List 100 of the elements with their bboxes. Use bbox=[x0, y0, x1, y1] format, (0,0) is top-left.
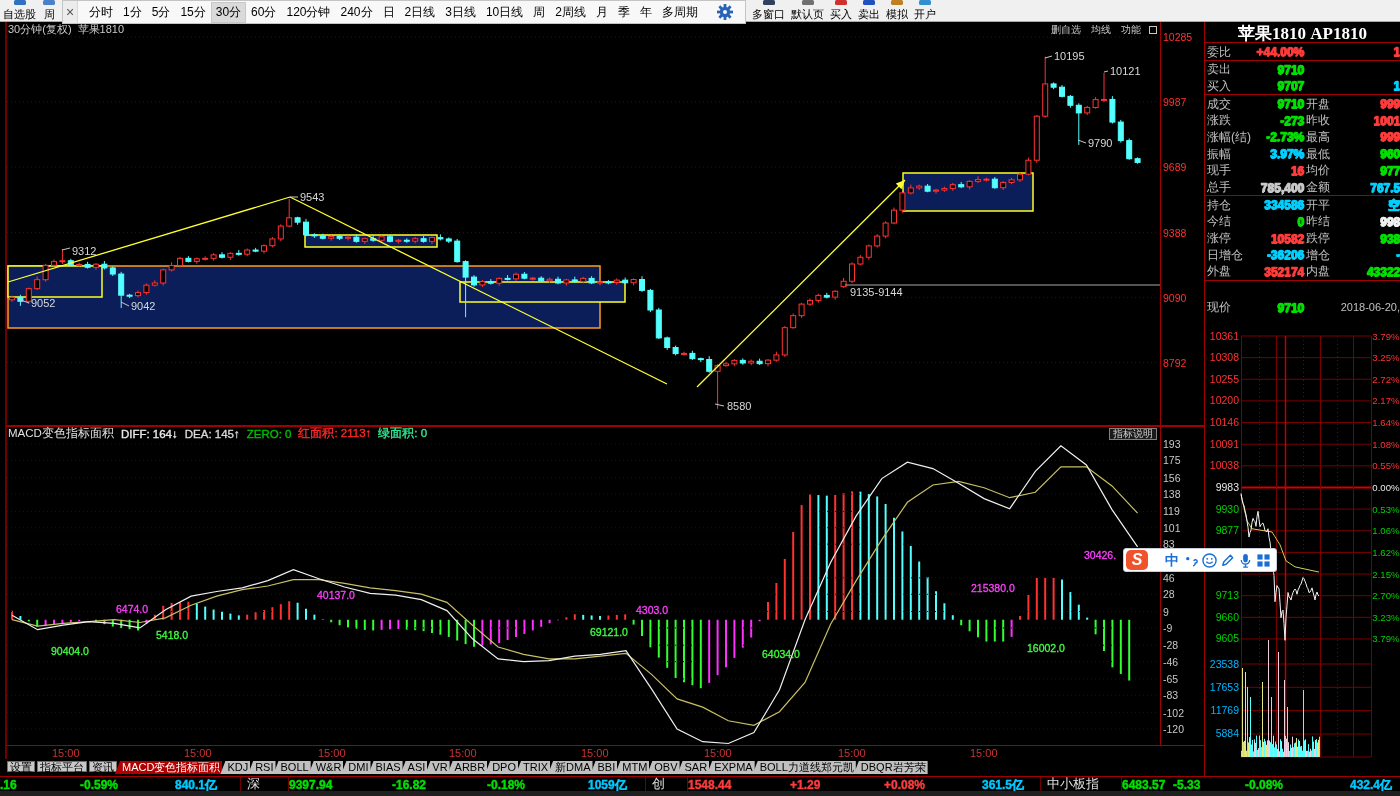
time-label: 15:00 bbox=[318, 746, 346, 759]
close-button[interactable]: × bbox=[63, 1, 78, 23]
axis-label: 175 bbox=[1163, 454, 1181, 467]
quote-value: 9710 bbox=[1276, 300, 1304, 315]
quote-label: 均价 bbox=[1305, 162, 1331, 179]
axis-label: 156 bbox=[1163, 471, 1181, 484]
indicator-tab[interactable]: W&R bbox=[308, 761, 344, 774]
indicator-tab[interactable]: DPO bbox=[485, 761, 518, 774]
indicator-tab[interactable]: KDJ bbox=[220, 761, 251, 774]
toolbar-button[interactable]: 卖出 bbox=[856, 0, 882, 21]
period-tab[interactable]: 5分 bbox=[146, 1, 176, 23]
indicator-tab[interactable]: ASI bbox=[400, 761, 428, 774]
chart-period-label: 30分钟(复权) bbox=[8, 22, 72, 37]
indicator-tab[interactable]: VR bbox=[425, 761, 450, 774]
indicator-tab[interactable]: ARBR bbox=[447, 761, 488, 774]
period-tab[interactable]: 季 bbox=[612, 1, 635, 23]
price-label: 9042 bbox=[131, 300, 156, 312]
period-tab[interactable]: 120分钟 bbox=[281, 1, 336, 23]
period-tab[interactable]: 3日线 bbox=[440, 1, 481, 23]
quote-value: - bbox=[1395, 248, 1400, 263]
index-value: +0.08% bbox=[884, 777, 926, 791]
toolbar-button[interactable]: 开户 bbox=[912, 0, 938, 21]
panel-button[interactable]: 资讯 bbox=[89, 761, 117, 772]
period-tab[interactable]: 周 bbox=[528, 1, 551, 23]
toolbar-button[interactable]: 默认页 bbox=[789, 0, 826, 21]
indicator-reading: ZERO: 0 bbox=[246, 427, 292, 440]
value-label: 5418.0 bbox=[156, 629, 189, 641]
input-mode-button[interactable]: 中 bbox=[1165, 552, 1179, 568]
period-tab[interactable]: 2周线 bbox=[550, 1, 591, 23]
indicator-reading: DEA: 145↑ bbox=[184, 427, 240, 440]
indicator-tab[interactable]: BOLL力道线郑元凯 bbox=[752, 761, 856, 774]
period-tab[interactable]: 年 bbox=[634, 1, 657, 23]
period-tab[interactable]: 2日线 bbox=[399, 1, 441, 23]
chart-action-button[interactable]: 删自选 bbox=[1049, 24, 1083, 35]
axis-label: 1.62% bbox=[1372, 546, 1400, 558]
axis-label: 3.79% bbox=[1372, 330, 1400, 342]
indicator-tab[interactable]: DBQR岩芳荣 bbox=[853, 761, 928, 774]
help-button[interactable]: 指标说明 bbox=[1109, 427, 1157, 440]
indicator-tab[interactable]: 新DMA bbox=[548, 761, 593, 774]
indicator-tab[interactable]: OBV bbox=[647, 761, 680, 774]
candlestick bbox=[1109, 95, 1116, 125]
toolbar-button[interactable]: 买入 bbox=[828, 0, 854, 21]
index-value: 432.4亿 bbox=[1350, 777, 1393, 791]
axis-label: 9689 bbox=[1163, 161, 1187, 173]
quote-value: 43322 bbox=[1365, 264, 1400, 279]
toolbar-button[interactable]: 模拟 bbox=[884, 0, 910, 21]
indicator-tab[interactable]: BIAS bbox=[368, 761, 403, 774]
ime-logo[interactable]: S bbox=[1126, 550, 1148, 570]
indicator-tab[interactable]: EXPMA bbox=[707, 761, 755, 774]
indicator-tab[interactable]: DMI bbox=[341, 761, 371, 774]
indicator-tab[interactable]: MACD变色指标面积 bbox=[115, 761, 223, 774]
index-value: -0.18% bbox=[487, 777, 526, 791]
price-label: 10121 bbox=[1110, 65, 1141, 77]
candlestick bbox=[1117, 119, 1124, 144]
period-tab[interactable]: 多周期 bbox=[656, 1, 703, 23]
indicator-tab[interactable]: BBI bbox=[590, 761, 618, 774]
period-tab[interactable]: 15分 bbox=[175, 1, 211, 23]
price-label: 9052 bbox=[31, 297, 56, 309]
period-tab[interactable]: 60分 bbox=[246, 1, 282, 23]
value-label: 90404.0 bbox=[51, 645, 89, 657]
indicator-tab[interactable]: RSI bbox=[248, 761, 276, 774]
period-tab[interactable]: 240分 bbox=[335, 1, 378, 23]
candlestick bbox=[1101, 72, 1107, 103]
quote-label: 涨幅(结) bbox=[1206, 128, 1252, 145]
index-name: 创 bbox=[652, 777, 665, 791]
period-tab[interactable]: 30分 bbox=[210, 1, 247, 23]
period-tab[interactable]: 1分 bbox=[118, 1, 147, 23]
quote-label: 昨收 bbox=[1305, 112, 1331, 129]
indicator-tab[interactable]: SAR bbox=[677, 761, 710, 774]
settings-icon[interactable] bbox=[716, 4, 733, 20]
square-icon[interactable] bbox=[1149, 25, 1157, 34]
smiley-icon[interactable] bbox=[1202, 552, 1217, 568]
period-tab[interactable]: 分时 bbox=[84, 1, 118, 23]
value-label: 69121.0 bbox=[590, 626, 628, 638]
axis-label: 9877 bbox=[1215, 523, 1239, 536]
chart-action-button[interactable]: 均线 bbox=[1089, 24, 1113, 35]
chart-action-button[interactable]: 功能 bbox=[1119, 24, 1143, 35]
index-value: -0.08% bbox=[1245, 777, 1284, 791]
index-value: -16.82 bbox=[392, 777, 427, 791]
quote-value: 1 bbox=[1392, 79, 1400, 94]
toolbar-button[interactable]: 自选股 bbox=[1, 0, 38, 21]
toolbar-button[interactable]: 周 bbox=[40, 0, 58, 21]
grid-icon[interactable] bbox=[1256, 552, 1271, 568]
axis-label: 2.70% bbox=[1372, 589, 1400, 601]
microphone-icon[interactable] bbox=[1238, 552, 1253, 568]
pen-icon[interactable] bbox=[1220, 552, 1235, 568]
period-tab[interactable]: 10日线 bbox=[480, 1, 529, 23]
panel-button[interactable]: 设置 bbox=[7, 761, 35, 772]
period-tab[interactable]: 日 bbox=[377, 1, 400, 23]
index-value: .16 bbox=[0, 777, 17, 791]
indicator-tab[interactable]: BOLL bbox=[273, 761, 311, 774]
value-label: 215380.0 bbox=[971, 582, 1015, 594]
axis-label: 1.08% bbox=[1372, 438, 1400, 450]
toolbar-button[interactable]: 多窗口 bbox=[750, 0, 787, 21]
quote-label: 增仓 bbox=[1305, 246, 1331, 263]
indicator-tab[interactable]: TRIX bbox=[516, 761, 551, 774]
indicator-tab[interactable]: MTM bbox=[615, 761, 650, 774]
axis-label: 138 bbox=[1163, 488, 1181, 501]
period-tab[interactable]: 月 bbox=[590, 1, 613, 23]
panel-button[interactable]: 指标平台 bbox=[37, 761, 87, 772]
